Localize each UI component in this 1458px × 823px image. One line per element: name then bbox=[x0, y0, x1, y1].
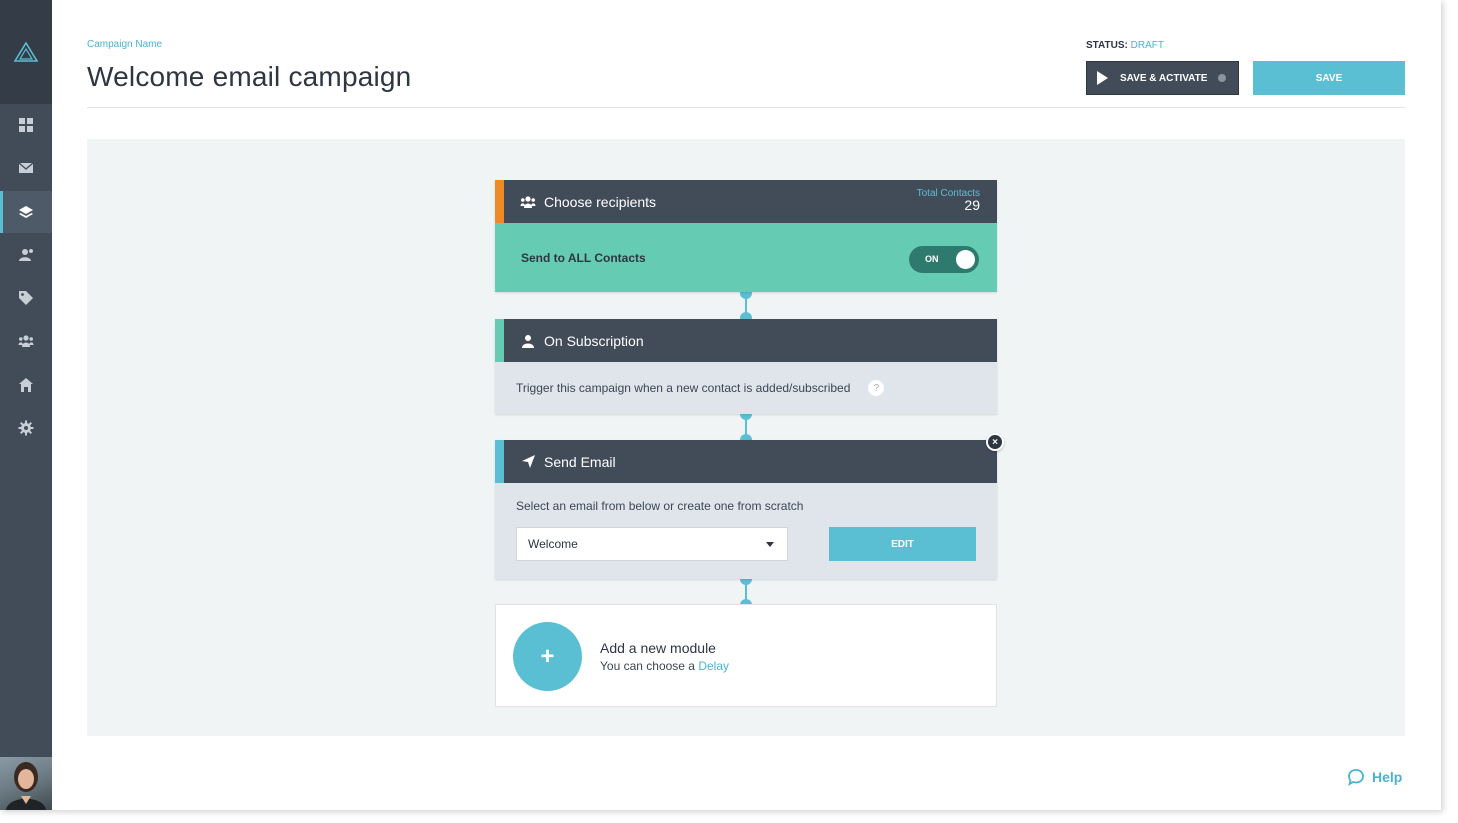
page-title[interactable]: Welcome email campaign bbox=[87, 61, 411, 93]
remove-module-button[interactable]: × bbox=[986, 433, 1004, 451]
status-label: STATUS: bbox=[1086, 40, 1128, 51]
paper-plane-icon bbox=[520, 454, 536, 470]
module-accent-stripe bbox=[495, 319, 504, 362]
help-button[interactable]: Help bbox=[1347, 768, 1402, 786]
send-email-module: Send Email Select an email from below or… bbox=[495, 440, 997, 579]
triangle-logo-icon bbox=[14, 42, 38, 62]
status-value: DRAFT bbox=[1130, 40, 1164, 51]
send-to-all-toggle[interactable]: ON bbox=[909, 246, 979, 273]
sidebar-item-dashboard[interactable] bbox=[0, 104, 52, 146]
header-divider bbox=[87, 107, 1405, 108]
toggle-state-label: ON bbox=[925, 254, 939, 264]
caret-down-icon bbox=[766, 542, 774, 547]
dashboard-grid-icon bbox=[19, 118, 33, 132]
trigger-module: On Subscription Trigger this campaign wh… bbox=[495, 319, 997, 414]
chat-bubble-icon bbox=[1348, 769, 1364, 786]
group-icon bbox=[18, 335, 34, 347]
sidebar-item-tags[interactable] bbox=[0, 277, 52, 319]
sidebar-item-groups[interactable] bbox=[0, 320, 52, 362]
total-contacts: Total Contacts 29 bbox=[917, 188, 980, 213]
envelope-icon bbox=[18, 162, 34, 173]
sidebar-item-emails[interactable] bbox=[0, 147, 52, 189]
help-tooltip-icon[interactable]: ? bbox=[868, 380, 885, 396]
send-email-module-body: Select an email from below or create one… bbox=[495, 483, 997, 579]
send-email-module-title: Send Email bbox=[544, 453, 616, 470]
send-to-all-label: Send to ALL Contacts bbox=[521, 250, 646, 265]
module-accent-stripe bbox=[495, 180, 504, 223]
brand-logo[interactable] bbox=[0, 0, 52, 104]
campaign-name-label: Campaign Name bbox=[87, 39, 163, 50]
add-module-button[interactable]: + bbox=[513, 622, 582, 691]
trigger-module-header[interactable]: On Subscription bbox=[495, 319, 997, 362]
delay-link[interactable]: Delay bbox=[698, 659, 729, 673]
sidebar-item-campaigns[interactable] bbox=[0, 191, 52, 233]
save-and-activate-button[interactable]: SAVE & ACTIVATE bbox=[1086, 61, 1239, 95]
help-label: Help bbox=[1372, 769, 1403, 785]
email-select-hint: Select an email from below or create one… bbox=[516, 499, 804, 513]
email-select[interactable]: Welcome bbox=[516, 527, 788, 561]
home-icon bbox=[19, 378, 33, 392]
email-select-value: Welcome bbox=[528, 537, 578, 551]
campaign-status: STATUS: DRAFT bbox=[1086, 40, 1164, 51]
send-email-module-header[interactable]: Send Email bbox=[495, 440, 997, 483]
play-icon bbox=[1097, 71, 1108, 85]
sidebar-item-settings[interactable] bbox=[0, 407, 52, 449]
add-module-subtitle: You can choose a Delay bbox=[600, 659, 729, 673]
user-avatar[interactable] bbox=[0, 757, 52, 810]
tag-icon bbox=[19, 291, 33, 305]
recipients-module: Choose recipients Total Contacts 29 Send… bbox=[495, 180, 997, 292]
save-and-activate-label: SAVE & ACTIVATE bbox=[1120, 72, 1208, 84]
total-contacts-count: 29 bbox=[964, 197, 980, 213]
gear-icon bbox=[18, 420, 34, 436]
save-button[interactable]: SAVE bbox=[1253, 61, 1405, 95]
status-dot-icon bbox=[1218, 74, 1227, 82]
sidebar-item-contacts[interactable] bbox=[0, 234, 52, 276]
trigger-description: Trigger this campaign when a new contact… bbox=[516, 381, 851, 395]
recipients-module-header[interactable]: Choose recipients Total Contacts 29 bbox=[495, 180, 997, 223]
sidebar bbox=[0, 0, 52, 810]
group-icon bbox=[520, 194, 536, 210]
app-frame: Campaign Name Welcome email campaign STA… bbox=[0, 0, 1441, 810]
add-module-card[interactable]: + Add a new module You can choose a Dela… bbox=[495, 604, 997, 707]
trigger-module-body: Trigger this campaign when a new contact… bbox=[495, 362, 997, 414]
sidebar-item-home[interactable] bbox=[0, 364, 52, 406]
person-icon bbox=[520, 333, 536, 349]
contacts-icon bbox=[19, 249, 33, 261]
recipients-module-title: Choose recipients bbox=[544, 193, 657, 210]
add-module-subtitle-text: You can choose a bbox=[600, 659, 695, 673]
edit-email-button[interactable]: EDIT bbox=[829, 527, 976, 561]
module-accent-stripe bbox=[495, 440, 504, 483]
toggle-knob bbox=[956, 250, 975, 269]
trigger-module-title: On Subscription bbox=[544, 332, 644, 349]
add-module-title: Add a new module bbox=[600, 640, 716, 656]
avatar-portrait bbox=[6, 762, 46, 810]
layers-icon bbox=[19, 206, 33, 218]
